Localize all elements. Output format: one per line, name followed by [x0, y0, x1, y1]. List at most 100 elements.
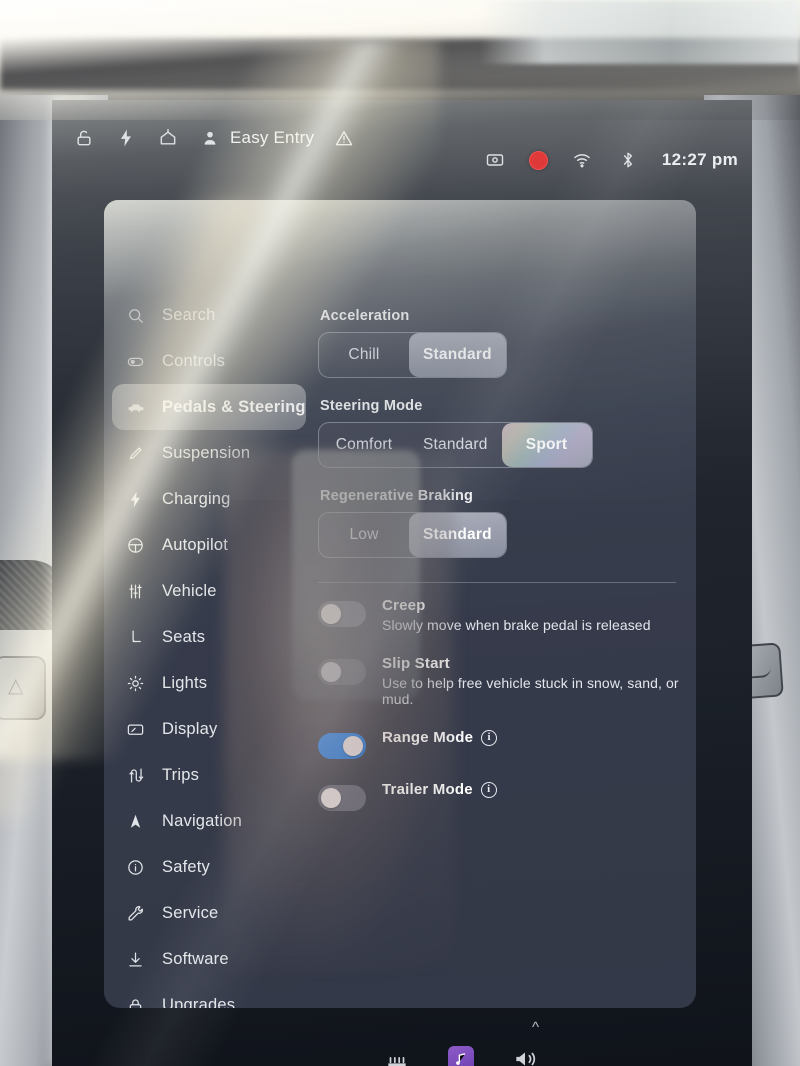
sliders-icon [124, 580, 146, 602]
range-mode-label: Range Mode [382, 729, 474, 746]
sidebar-item-label: Trips [162, 765, 200, 784]
sidebar-item-search[interactable]: Search [112, 292, 306, 338]
driver-profile-button[interactable]: Easy Entry [198, 126, 314, 150]
status-bar-left: Easy Entry [72, 126, 356, 150]
setting-row-trailer-mode: Trailer Mode i [318, 781, 690, 811]
wifi-icon[interactable] [570, 148, 594, 172]
sidebar-item-label: Charging [162, 489, 231, 508]
dashcam-icon[interactable] [483, 148, 507, 172]
screen-icon [124, 718, 146, 740]
acceleration-option-chill[interactable]: Chill [319, 333, 409, 377]
slip-start-description: Use to help free vehicle stuck in snow, … [382, 675, 679, 707]
hazard-lights-button[interactable] [0, 656, 46, 720]
sidebar-item-seats[interactable]: Seats [112, 614, 306, 660]
steering-mode-option-comfort[interactable]: Comfort [319, 423, 409, 467]
bottom-dock: ^ [52, 1008, 752, 1066]
section-divider [318, 582, 676, 583]
steering-wheel-icon [124, 534, 146, 556]
chevron-up-icon[interactable]: ^ [532, 1019, 539, 1036]
sidebar-item-label: Search [162, 305, 216, 324]
seat-icon [124, 626, 146, 648]
sidebar-item-label: Service [162, 903, 219, 922]
sidebar-item-autopilot[interactable]: Autopilot [112, 522, 306, 568]
sidebar-item-label: Seats [162, 627, 206, 646]
sidebar-item-label: Upgrades [162, 995, 236, 1009]
info-icon[interactable]: i [481, 729, 498, 746]
sidebar-item-safety[interactable]: Safety [112, 844, 306, 890]
steering-mode-title: Steering Mode [320, 398, 423, 414]
driver-profile-label: Easy Entry [230, 128, 315, 147]
creep-label: Creep [382, 597, 426, 614]
sidebar-item-label: Vehicle [162, 581, 217, 600]
home-icon[interactable] [156, 126, 180, 150]
lightning-bolt-icon[interactable] [114, 126, 138, 150]
regen-option-low[interactable]: Low [319, 513, 409, 557]
windshield-view [480, 0, 800, 64]
sidebar-item-pedals-and-steering[interactable]: Pedals & Steering [112, 384, 306, 430]
steering-mode-option-sport[interactable]: Sport [502, 423, 592, 467]
sidebar-item-label: Safety [162, 857, 210, 876]
car-icon [124, 396, 146, 418]
sidebar-item-label: Software [162, 949, 229, 968]
route-icon [124, 764, 146, 786]
warning-triangle-icon[interactable] [332, 126, 356, 150]
sidebar-item-suspension[interactable]: Suspension [112, 430, 306, 476]
slip-start-label: Slip Start [382, 655, 450, 672]
steering-mode-segmented-control[interactable]: Comfort Standard Sport [318, 422, 593, 468]
sidebar-item-label: Navigation [162, 811, 242, 830]
acceleration-option-standard[interactable]: Standard [409, 333, 506, 377]
lock-icon [124, 994, 146, 1008]
record-icon[interactable] [528, 150, 548, 170]
sidebar-item-trips[interactable]: Trips [112, 752, 306, 798]
navigation-arrow-icon [124, 810, 146, 832]
media-player-icon[interactable] [448, 1046, 474, 1066]
tesla-touchscreen[interactable]: Easy Entry 12:27 pm Search Controls Peda… [52, 100, 752, 1066]
shock-absorber-icon [124, 442, 146, 464]
regenerative-braking-segmented-control[interactable]: Low Standard [318, 512, 507, 558]
setting-row-slip-start: Slip Start Use to help free vehicle stuc… [318, 655, 690, 707]
sidebar-item-software[interactable]: Software [112, 936, 306, 982]
sidebar-item-vehicle[interactable]: Vehicle [112, 568, 306, 614]
seats-icon[interactable] [382, 1042, 412, 1066]
info-icon[interactable]: i [480, 781, 497, 798]
settings-content: Acceleration Chill Standard Steering Mod… [318, 308, 690, 833]
sidebar-item-label: Lights [162, 673, 208, 692]
volume-icon[interactable] [510, 1042, 540, 1066]
sidebar-item-label: Pedals & Steering [162, 397, 306, 416]
brightness-icon [124, 672, 146, 694]
settings-sidebar: Search Controls Pedals & Steering Suspen… [104, 292, 314, 1008]
trailer-mode-toggle[interactable] [318, 785, 366, 811]
sidebar-item-label: Suspension [162, 443, 251, 462]
steering-mode-option-standard[interactable]: Standard [409, 423, 502, 467]
regenerative-braking-title: Regenerative Braking [320, 488, 474, 504]
sidebar-item-display[interactable]: Display [112, 706, 306, 752]
setting-row-range-mode: Range Mode i [318, 729, 690, 759]
setting-row-creep: Creep Slowly move when brake pedal is re… [318, 597, 690, 633]
trailer-mode-label: Trailer Mode [382, 781, 473, 798]
regen-option-standard[interactable]: Standard [409, 513, 506, 557]
sidebar-item-controls[interactable]: Controls [112, 338, 306, 384]
sidebar-item-label: Autopilot [162, 535, 229, 554]
creep-description: Slowly move when brake pedal is released [382, 617, 651, 633]
lightning-bolt-icon [124, 488, 146, 510]
search-icon [124, 304, 146, 326]
toggle-icon [124, 350, 146, 372]
slip-start-toggle[interactable] [318, 659, 366, 685]
lock-icon[interactable] [72, 126, 96, 150]
acceleration-segmented-control[interactable]: Chill Standard [318, 332, 507, 378]
clock: 12:27 pm [661, 150, 738, 169]
dock-items [382, 1042, 540, 1066]
range-mode-toggle[interactable] [318, 733, 366, 759]
download-icon [124, 948, 146, 970]
sidebar-item-upgrades[interactable]: Upgrades [112, 982, 306, 1008]
creep-toggle[interactable] [318, 601, 366, 627]
bluetooth-icon[interactable] [616, 148, 640, 172]
status-bar-right: 12:27 pm [483, 148, 738, 172]
sidebar-item-navigation[interactable]: Navigation [112, 798, 306, 844]
person-icon [198, 126, 222, 150]
settings-panel: Search Controls Pedals & Steering Suspen… [104, 200, 696, 1008]
wrench-icon [124, 902, 146, 924]
sidebar-item-lights[interactable]: Lights [112, 660, 306, 706]
sidebar-item-service[interactable]: Service [112, 890, 306, 936]
sidebar-item-charging[interactable]: Charging [112, 476, 306, 522]
